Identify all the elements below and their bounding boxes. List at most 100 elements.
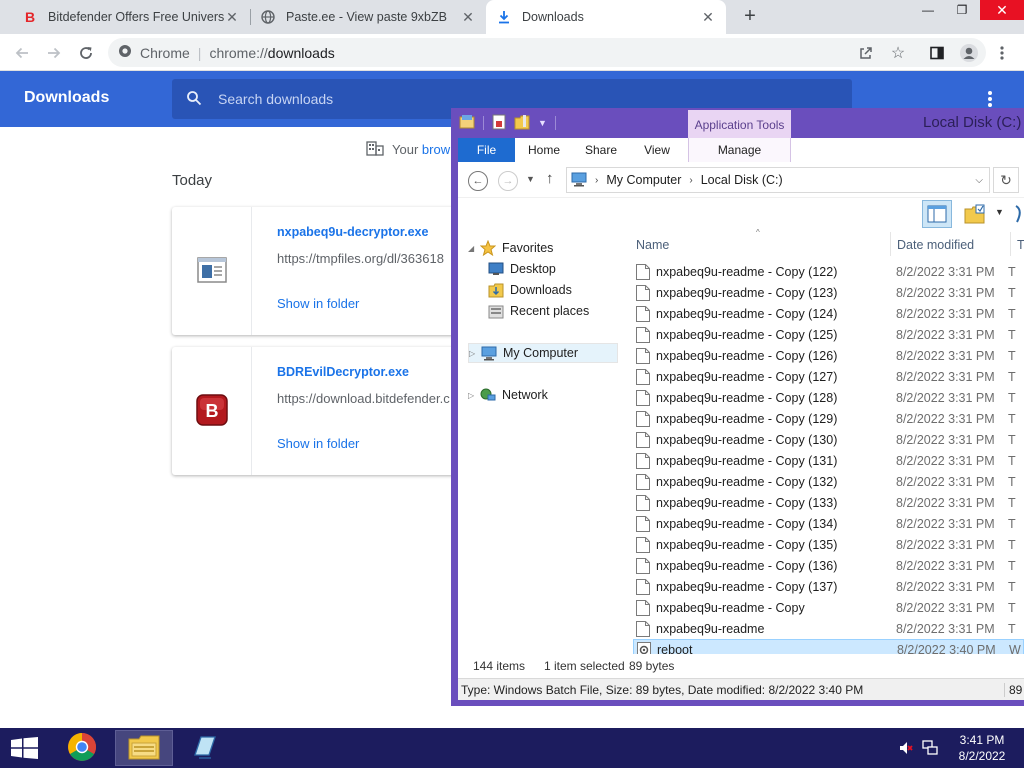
explorer-address-bar[interactable]: › My Computer › Local Disk (C:) ⌵: [566, 167, 990, 193]
show-in-folder-link[interactable]: Show in folder: [277, 436, 359, 451]
explorer-forward-icon[interactable]: →: [498, 171, 518, 191]
column-header-name[interactable]: Name: [636, 234, 669, 256]
show-in-folder-link[interactable]: Show in folder: [277, 296, 359, 311]
close-tab-icon[interactable]: ✕: [460, 9, 476, 26]
expand-arrow-icon[interactable]: ▷: [469, 349, 479, 358]
bookmark-star-icon[interactable]: ☆: [885, 40, 911, 66]
taskbar-explorer-button[interactable]: [115, 730, 173, 766]
new-folder-icon[interactable]: [514, 114, 530, 133]
download-source-url[interactable]: https://download.bitdefender.c: [277, 391, 450, 406]
close-tab-icon[interactable]: ✕: [224, 9, 240, 26]
explorer-navigation-bar: ← → ▼ ↑ › My Computer › Local Disk (C:) …: [458, 162, 1024, 198]
breadcrumb-my-computer[interactable]: My Computer: [606, 173, 681, 187]
file-row[interactable]: nxpabeq9u-readme - Copy (136) 8/2/2022 3:…: [633, 555, 1024, 576]
forward-icon[interactable]: [41, 40, 67, 66]
nav-downloads[interactable]: Downloads: [488, 280, 572, 300]
share-icon[interactable]: [853, 40, 879, 66]
notice-link[interactable]: brow: [422, 142, 450, 157]
file-row[interactable]: nxpabeq9u-readme - Copy (134) 8/2/2022 3:…: [633, 513, 1024, 534]
file-row[interactable]: nxpabeq9u-readme - Copy (128) 8/2/2022 3:…: [633, 387, 1024, 408]
downloads-more-icon[interactable]: [982, 89, 998, 109]
tab-file[interactable]: File: [458, 138, 515, 162]
tab-view[interactable]: View: [634, 138, 680, 162]
download-filename-link[interactable]: BDREvilDecryptor.exe: [277, 365, 409, 379]
system-clock[interactable]: 3:41 PM 8/2/2022: [952, 732, 1012, 764]
address-dropdown-icon[interactable]: ⌵: [975, 175, 983, 186]
help-icon[interactable]: [1014, 204, 1024, 227]
explorer-back-icon[interactable]: ←: [468, 171, 488, 191]
file-row[interactable]: nxpabeq9u-readme - Copy (122) 8/2/2022 3:…: [633, 261, 1024, 282]
download-item-icon-column: [172, 207, 252, 335]
file-row[interactable]: nxpabeq9u-readme - Copy (135) 8/2/2022 3:…: [633, 534, 1024, 555]
nav-network[interactable]: ▷ Network: [468, 385, 548, 405]
column-header-date[interactable]: Date modified: [897, 234, 974, 256]
minimize-icon[interactable]: —: [912, 0, 944, 20]
reload-icon[interactable]: [73, 40, 99, 66]
volume-muted-icon[interactable]: [898, 740, 914, 756]
sort-indicator-icon: ^: [756, 228, 760, 237]
breadcrumb-chevron-icon: ›: [689, 174, 693, 186]
explorer-app-icon[interactable]: [459, 114, 475, 133]
tab-paste[interactable]: Paste.ee - View paste 9xbZB ✕: [250, 0, 486, 34]
file-date: 8/2/2022 3:31 PM: [896, 453, 995, 468]
file-row[interactable]: nxpabeq9u-readme 8/2/2022 3:31 PM T: [633, 618, 1024, 639]
column-divider[interactable]: [890, 232, 891, 256]
file-row[interactable]: nxpabeq9u-readme - Copy (127) 8/2/2022 3:…: [633, 366, 1024, 387]
file-row[interactable]: nxpabeq9u-readme - Copy (123) 8/2/2022 3:…: [633, 282, 1024, 303]
download-source-url[interactable]: https://tmpfiles.org/dl/363618: [277, 251, 444, 266]
explorer-refresh-icon[interactable]: ↻: [993, 167, 1019, 193]
breadcrumb-local-disk[interactable]: Local Disk (C:): [701, 173, 783, 187]
chrome-menu-icon[interactable]: [989, 40, 1015, 66]
taskbar-chrome-button[interactable]: [53, 730, 111, 766]
file-row[interactable]: nxpabeq9u-readme - Copy (129) 8/2/2022 3:…: [633, 408, 1024, 429]
restore-icon[interactable]: ❐: [946, 0, 978, 20]
preview-pane-icon[interactable]: [922, 200, 952, 228]
column-divider[interactable]: [1010, 232, 1011, 256]
explorer-status-bar: 144 items 1 item selected 89 bytes: [458, 654, 1024, 678]
file-name: nxpabeq9u-readme - Copy (126): [656, 348, 838, 363]
close-tab-icon[interactable]: ✕: [700, 9, 716, 26]
application-tools-label: Application Tools: [688, 110, 791, 138]
file-row[interactable]: nxpabeq9u-readme - Copy (137) 8/2/2022 3:…: [633, 576, 1024, 597]
download-filename-link[interactable]: nxpabeq9u-decryptor.exe: [277, 225, 428, 239]
profile-avatar-icon[interactable]: [956, 40, 982, 66]
file-row[interactable]: nxpabeq9u-readme - Copy (125) 8/2/2022 3:…: [633, 324, 1024, 345]
network-status-icon[interactable]: [922, 740, 938, 756]
up-arrow-icon[interactable]: ↑: [546, 170, 554, 187]
back-icon[interactable]: [9, 40, 35, 66]
change-view-icon[interactable]: [964, 203, 986, 228]
tab-home[interactable]: Home: [521, 138, 567, 162]
recent-places-icon: [488, 303, 504, 319]
nav-favorites[interactable]: ◢ Favorites: [468, 238, 553, 258]
file-date: 8/2/2022 3:31 PM: [896, 327, 995, 342]
tab-bitdefender[interactable]: B Bitdefender Offers Free Universal ✕: [12, 0, 250, 34]
file-row[interactable]: nxpabeq9u-readme - Copy 8/2/2022 3:31 PM T: [633, 597, 1024, 618]
tab-downloads[interactable]: Downloads ✕: [486, 0, 726, 34]
nav-desktop[interactable]: Desktop: [488, 259, 556, 279]
tab-share[interactable]: Share: [578, 138, 624, 162]
side-panel-icon[interactable]: [924, 40, 950, 66]
file-date: 8/2/2022 3:31 PM: [896, 621, 995, 636]
taskbar-notepad-button[interactable]: [176, 730, 234, 766]
column-header-type[interactable]: T: [1017, 234, 1024, 256]
close-window-button[interactable]: ✕: [980, 0, 1024, 20]
start-button-windows-icon[interactable]: [11, 737, 38, 762]
file-row[interactable]: nxpabeq9u-readme - Copy (131) 8/2/2022 3:…: [633, 450, 1024, 471]
new-tab-button[interactable]: +: [738, 5, 762, 29]
file-row[interactable]: nxpabeq9u-readme - Copy (124) 8/2/2022 3:…: [633, 303, 1024, 324]
file-row[interactable]: nxpabeq9u-readme - Copy (132) 8/2/2022 3:…: [633, 471, 1024, 492]
nav-recent-places[interactable]: Recent places: [488, 301, 589, 321]
search-input[interactable]: [218, 91, 718, 107]
expand-arrow-icon[interactable]: ▷: [468, 391, 478, 400]
collapse-arrow-icon[interactable]: ◢: [468, 244, 478, 253]
qat-dropdown-icon[interactable]: ▼: [538, 118, 547, 128]
file-row[interactable]: nxpabeq9u-readme - Copy (133) 8/2/2022 3:…: [633, 492, 1024, 513]
file-row[interactable]: nxpabeq9u-readme - Copy (130) 8/2/2022 3:…: [633, 429, 1024, 450]
properties-icon[interactable]: [492, 114, 506, 133]
view-dropdown-icon[interactable]: ▼: [995, 207, 1004, 217]
explorer-window: ▼ Application Tools Local Disk (C:) File…: [451, 108, 1024, 706]
recent-locations-dropdown-icon[interactable]: ▼: [526, 174, 535, 184]
nav-my-computer[interactable]: ▷ My Computer: [468, 343, 618, 363]
file-row[interactable]: nxpabeq9u-readme - Copy (126) 8/2/2022 3:…: [633, 345, 1024, 366]
tab-manage[interactable]: Manage: [688, 138, 791, 162]
